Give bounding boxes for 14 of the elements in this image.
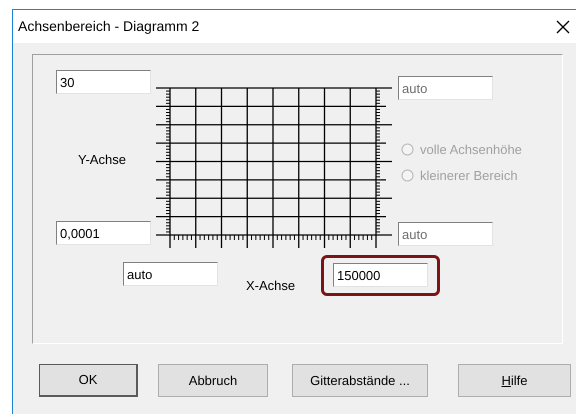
y-axis-label: Y-Achse <box>78 151 126 169</box>
dialog-button[interactable]: Gitterabstände ... <box>292 364 428 397</box>
input-field[interactable]: 30 <box>56 70 151 94</box>
dialog-button[interactable]: Hilfe <box>458 364 571 397</box>
x-axis-label: X-Achse <box>246 277 296 295</box>
window-title: Achsenbereich - Diagramm 2 <box>18 17 200 36</box>
input-field[interactable]: 150000 <box>333 263 428 287</box>
radio-label: volle Achsenhöhe <box>420 141 522 159</box>
input-field[interactable]: auto <box>123 262 218 286</box>
input-field[interactable]: 0,0001 <box>56 221 151 245</box>
dialog-button[interactable]: OK <box>39 364 138 397</box>
dialog-button[interactable]: Abbruch <box>158 364 268 397</box>
radio-label: kleinerer Bereich <box>420 166 518 184</box>
close-icon[interactable] <box>556 20 570 34</box>
